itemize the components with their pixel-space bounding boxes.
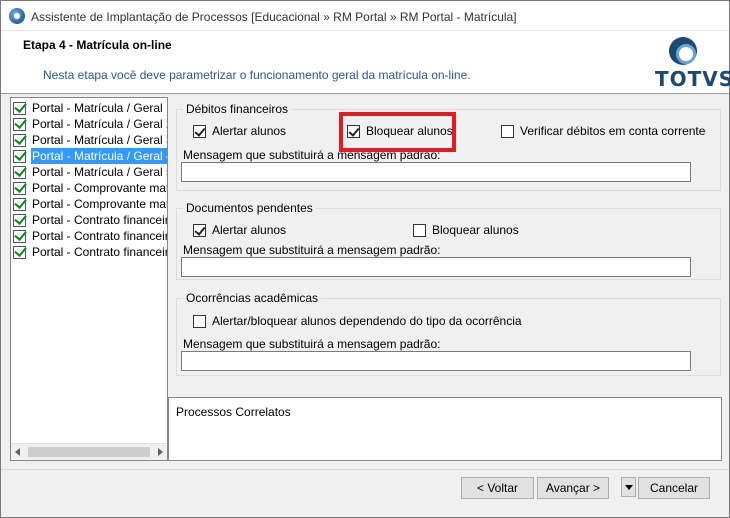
tree-item-label: Portal - Matrícula / Geral 2/5	[32, 117, 168, 131]
tree-item[interactable]: Portal - Matrícula / Geral 1/5	[13, 100, 167, 116]
checkbox-label: Alertar/bloquear alunos dependendo do ti…	[212, 314, 522, 328]
debitos-alertar-checkbox[interactable]: Alertar alunos	[193, 124, 286, 138]
tree-item[interactable]: Portal - Matrícula / Geral 2/5	[13, 116, 167, 132]
check-icon	[13, 245, 26, 259]
highlight-box	[339, 112, 456, 152]
tree-item-label: Portal - Comprovante matrícula	[32, 181, 167, 195]
processos-correlatos-title: Processos Correlatos	[176, 405, 291, 419]
tree-item[interactable]: Portal - Matrícula / Geral 3/5	[13, 132, 167, 148]
documentos-bloquear-checkbox[interactable]: Bloquear alunos	[413, 223, 519, 237]
tree-item-label: Portal - Matrícula / Geral 3/5	[32, 133, 168, 147]
steps-tree[interactable]: Portal - Matrícula / Geral 1/5 Portal - …	[10, 97, 168, 461]
checkbox-label: Bloquear alunos	[432, 223, 519, 237]
check-icon	[13, 117, 26, 131]
cancel-button[interactable]: Cancelar	[638, 477, 710, 499]
group-legend: Ocorrências acadêmicas	[183, 291, 322, 305]
tree-item-label: Portal - Matrícula / Geral 1/5	[32, 101, 168, 115]
debitos-message-input[interactable]	[181, 162, 691, 182]
checkbox-unchecked-icon[interactable]	[501, 124, 514, 138]
tree-item[interactable]: Portal - Contrato financeiro	[13, 212, 167, 228]
tree-items: Portal - Matrícula / Geral 1/5 Portal - …	[13, 100, 167, 260]
ocorrencias-message-input[interactable]	[181, 351, 691, 371]
checkbox-unchecked-icon[interactable]	[193, 314, 206, 328]
processos-correlatos-panel: Processos Correlatos	[168, 397, 722, 461]
wizard-window: Assistente de Implantação de Processos […	[0, 0, 730, 518]
title-bar: Assistente de Implantação de Processos […	[1, 1, 729, 31]
check-icon	[13, 229, 26, 243]
checkbox-label: Alertar alunos	[212, 124, 287, 138]
tree-item-label: Portal - Matrícula / Geral 4/5	[31, 148, 167, 164]
group-legend: Documentos pendentes	[183, 201, 316, 215]
wizard-header: Etapa 4 - Matrícula on-line Nesta etapa …	[1, 31, 730, 93]
ocorrencias-alertar-bloquear-checkbox[interactable]: Alertar/bloquear alunos dependendo do ti…	[193, 314, 522, 328]
check-icon	[13, 165, 26, 179]
tree-item-label: Portal - Contrato financeiro	[32, 245, 168, 259]
checkbox-label: Verificar débitos em conta corrente	[520, 124, 706, 138]
group-legend: Débitos financeiros	[183, 102, 292, 116]
documentos-message-input[interactable]	[181, 257, 691, 277]
chevron-down-icon	[625, 485, 633, 490]
window-title: Assistente de Implantação de Processos […	[31, 10, 517, 24]
check-icon	[13, 133, 26, 147]
tree-item-selected[interactable]: Portal - Matrícula / Geral 4/5	[13, 148, 167, 164]
ocorrencias-message-label: Mensagem que substituirá a mensagem padr…	[183, 337, 441, 351]
tree-item-label: Portal - Contrato financeiro	[32, 213, 168, 227]
next-button[interactable]: Avançar >	[537, 477, 609, 499]
check-icon	[13, 181, 26, 195]
tree-item[interactable]: Portal - Contrato financeiro	[13, 244, 167, 260]
debitos-verificar-checkbox[interactable]: Verificar débitos em conta corrente	[501, 124, 705, 138]
documentos-alertar-checkbox[interactable]: Alertar alunos	[193, 223, 286, 237]
scroll-right-icon[interactable]	[158, 448, 163, 456]
footer-divider	[1, 469, 729, 470]
tree-item[interactable]: Portal - Matrícula / Geral 5/5	[13, 164, 167, 180]
tree-item-label: Portal - Matrícula / Geral 5/5	[32, 165, 168, 179]
checkbox-checked-icon[interactable]	[193, 223, 206, 237]
back-button[interactable]: < Voltar	[461, 477, 534, 499]
scrollbar-thumb[interactable]	[28, 447, 150, 457]
tree-item-label: Portal - Contrato financeiro	[32, 229, 168, 243]
check-icon	[13, 197, 26, 211]
tree-item-label: Portal - Comprovante matrícula	[32, 197, 167, 211]
tree-item[interactable]: Portal - Contrato financeiro	[13, 228, 167, 244]
group-documentos-pendentes: Documentos pendentes Alertar alunos Bloq…	[176, 201, 721, 280]
step-title: Etapa 4 - Matrícula on-line	[23, 38, 172, 52]
totvs-logo-text: TOTVS	[655, 67, 730, 91]
tree-item[interactable]: Portal - Comprovante matrícula	[13, 180, 167, 196]
group-ocorrencias-academicas: Ocorrências acadêmicas Alertar/bloquear …	[176, 291, 721, 376]
check-icon	[13, 213, 26, 227]
totvs-logo: TOTVS	[653, 37, 730, 91]
app-icon	[9, 8, 25, 24]
header-divider	[1, 93, 729, 94]
check-icon	[13, 101, 26, 115]
step-description: Nesta etapa você deve parametrizar o fun…	[43, 68, 471, 82]
next-dropdown-button[interactable]	[621, 477, 636, 497]
checkbox-checked-icon[interactable]	[193, 124, 206, 138]
checkbox-label: Alertar alunos	[212, 223, 287, 237]
documentos-message-label: Mensagem que substituirá a mensagem padr…	[183, 243, 441, 257]
check-icon	[13, 149, 26, 163]
scroll-left-icon[interactable]	[15, 448, 20, 456]
checkbox-unchecked-icon[interactable]	[413, 223, 426, 237]
horizontal-scrollbar[interactable]	[11, 443, 167, 460]
totvs-logo-icon	[669, 37, 697, 65]
tree-item[interactable]: Portal - Comprovante matrícula	[13, 196, 167, 212]
